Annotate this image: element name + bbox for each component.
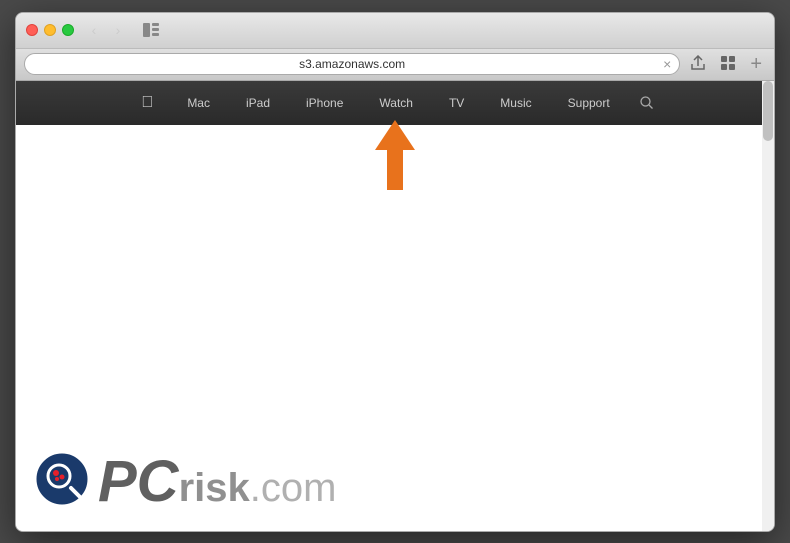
pcrisk-logo-text: PCrisk.com [98, 453, 336, 511]
annotation-arrow [365, 115, 425, 200]
apple-nav:  Mac iPad iPhone Watch TV [16, 81, 774, 125]
nav-item-watch[interactable]: Watch [361, 81, 431, 125]
title-bar: ‹ › [16, 13, 774, 49]
browser-window: ‹ › s3.amazonaws.com × [15, 12, 775, 532]
address-bar-row: s3.amazonaws.com × + [16, 49, 774, 81]
back-button[interactable]: ‹ [84, 20, 104, 40]
nav-item-support[interactable]: Support [550, 81, 628, 125]
scrollbar-track[interactable] [762, 81, 774, 531]
nav-item-iphone[interactable]: iPhone [288, 81, 361, 125]
add-tab-button[interactable] [716, 53, 740, 76]
apple-logo[interactable]:  [125, 94, 169, 112]
main-content: PCrisk.com [16, 125, 774, 531]
website-content:  Mac iPad iPhone Watch TV [16, 81, 774, 531]
new-tab-plus-button[interactable]: + [746, 51, 766, 78]
minimize-button[interactable] [44, 24, 56, 36]
maximize-button[interactable] [62, 24, 74, 36]
nav-item-music[interactable]: Music [482, 81, 549, 125]
address-bar[interactable]: s3.amazonaws.com × [24, 53, 680, 75]
address-text: s3.amazonaws.com [299, 57, 405, 71]
pcrisk-watermark: PCrisk.com [36, 453, 336, 511]
close-button[interactable] [26, 24, 38, 36]
nav-item-mac[interactable]: Mac [169, 81, 228, 125]
scrollbar-thumb[interactable] [763, 81, 773, 141]
nav-item-tv[interactable]: TV [431, 81, 482, 125]
nav-item-ipad[interactable]: iPad [228, 81, 288, 125]
nav-search-icon[interactable] [628, 81, 665, 125]
reader-view-button[interactable] [140, 19, 162, 41]
address-clear-icon[interactable]: × [663, 56, 671, 72]
forward-button[interactable]: › [108, 20, 128, 40]
nav-buttons: ‹ › [84, 20, 128, 40]
pcrisk-icon [36, 453, 88, 510]
traffic-lights [26, 24, 74, 36]
apple-nav-items: Mac iPad iPhone Watch TV Music S [169, 81, 664, 125]
share-button[interactable] [686, 53, 710, 76]
